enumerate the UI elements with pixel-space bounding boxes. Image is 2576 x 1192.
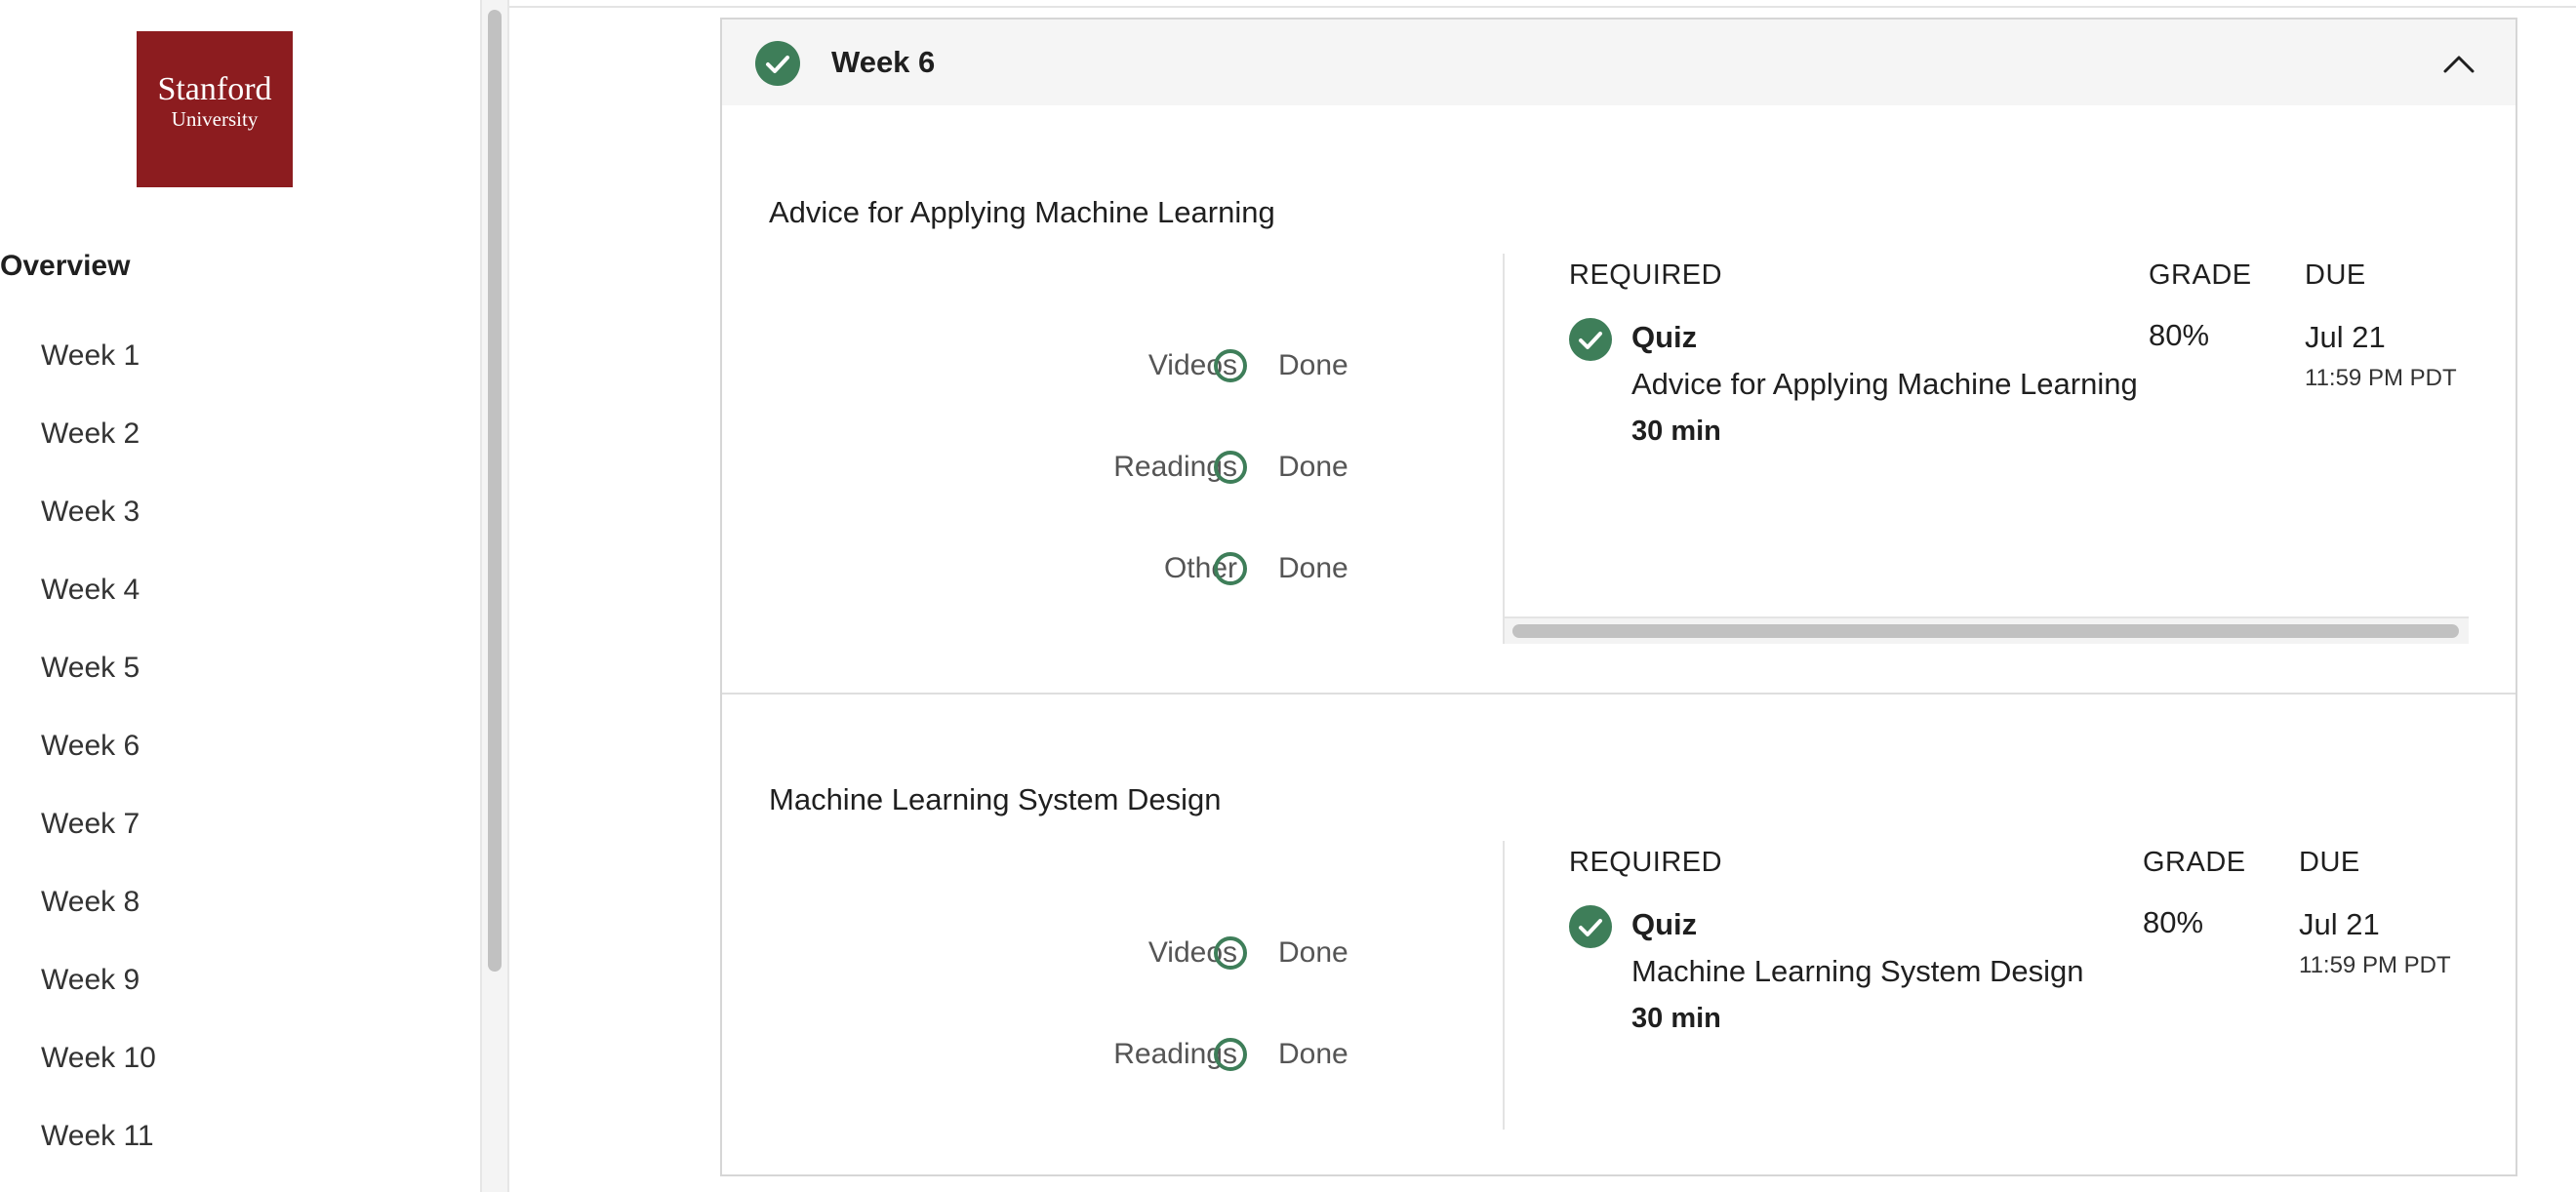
week-card: Week 6 Advice for Applying Machine Learn… — [720, 18, 2517, 1176]
progress-status: Done — [1278, 451, 1348, 483]
progress-ring-icon — [1214, 349, 1247, 382]
column-divider — [1503, 254, 1505, 644]
progress-ring-icon — [1214, 451, 1247, 484]
sidebar-item-week-2[interactable]: Week 2 — [41, 408, 156, 486]
item-due-time: 11:59 PM PDT — [2305, 365, 2457, 391]
required-header: REQUIRED — [1569, 259, 1723, 291]
item-grade: 80% — [2143, 905, 2204, 939]
item-duration: 30 min — [1631, 416, 1721, 447]
lesson-section: Machine Learning System Design Videos Do… — [722, 695, 2516, 1172]
sidebar-item-overview[interactable]: Overview — [0, 250, 130, 283]
sidebar-item-week-11[interactable]: Week 11 — [41, 1110, 156, 1188]
logo-line-2: University — [171, 107, 259, 131]
sidebar-item-week-4[interactable]: Week 4 — [41, 564, 156, 642]
item-kind: Quiz — [1631, 907, 1698, 941]
progress-ring-icon — [1214, 1038, 1247, 1071]
sidebar-item-week-3[interactable]: Week 3 — [41, 486, 156, 564]
due-header: DUE — [2305, 259, 2366, 291]
due-header: DUE — [2299, 847, 2360, 878]
progress-ring-icon — [1214, 936, 1247, 970]
grade-header: GRADE — [2143, 847, 2246, 878]
quiz-link[interactable]: Advice for Applying Machine Learning — [1631, 367, 2138, 402]
table-scrollbar-thumb[interactable] — [1512, 624, 2459, 638]
quiz-complete-check-icon — [1569, 905, 1612, 948]
item-due-date: Jul 21 — [2305, 320, 2386, 354]
progress-status: Done — [1278, 349, 1348, 381]
sidebar-item-week-5[interactable]: Week 5 — [41, 642, 156, 720]
week-header[interactable]: Week 6 — [722, 20, 2516, 105]
section-title[interactable]: Advice for Applying Machine Learning — [769, 195, 1275, 230]
week-complete-check-icon — [755, 41, 800, 86]
chevron-up-icon[interactable] — [2439, 45, 2478, 84]
sidebar-item-week-6[interactable]: Week 6 — [41, 720, 156, 798]
progress-ring-icon — [1214, 552, 1247, 585]
lesson-section: Advice for Applying Machine Learning Vid… — [722, 105, 2516, 710]
item-grade: 80% — [2149, 318, 2210, 352]
required-header: REQUIRED — [1569, 847, 1723, 878]
sidebar-item-week-7[interactable]: Week 7 — [41, 798, 156, 876]
progress-status: Done — [1278, 552, 1348, 584]
sidebar: Stanford University Overview Week 1 Week… — [0, 0, 482, 1192]
progress-status: Done — [1278, 936, 1348, 969]
sidebar-item-week-9[interactable]: Week 9 — [41, 954, 156, 1032]
item-due-date: Jul 21 — [2299, 907, 2380, 941]
logo-line-1: Stanford — [157, 71, 272, 107]
item-kind: Quiz — [1631, 320, 1698, 354]
progress-status: Done — [1278, 1038, 1348, 1070]
column-divider — [1503, 841, 1505, 1130]
grade-header: GRADE — [2149, 259, 2252, 291]
item-due-time: 11:59 PM PDT — [2299, 952, 2451, 978]
sidebar-item-week-1[interactable]: Week 1 — [41, 330, 156, 408]
quiz-link[interactable]: Machine Learning System Design — [1631, 954, 2084, 989]
section-title[interactable]: Machine Learning System Design — [769, 782, 1222, 817]
sidebar-item-week-10[interactable]: Week 10 — [41, 1032, 156, 1110]
sidebar-scrollbar-thumb[interactable] — [488, 10, 502, 972]
sidebar-item-week-8[interactable]: Week 8 — [41, 876, 156, 954]
quiz-complete-check-icon — [1569, 318, 1612, 361]
week-title: Week 6 — [831, 45, 936, 79]
stanford-logo[interactable]: Stanford University — [137, 31, 293, 187]
item-duration: 30 min — [1631, 1003, 1721, 1034]
sidebar-week-list: Week 1 Week 2 Week 3 Week 4 Week 5 Week … — [41, 330, 156, 1188]
